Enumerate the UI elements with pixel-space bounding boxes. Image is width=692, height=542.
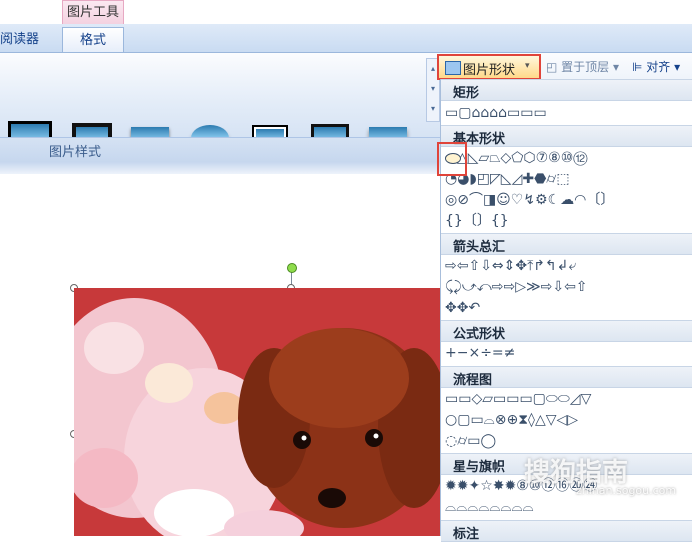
category-callouts: 标注 xyxy=(441,520,692,542)
shape-row-stars-2[interactable]: ⌓⌓⌓⌓⌓⌓⌓⌓ xyxy=(445,498,534,516)
selected-picture[interactable] xyxy=(74,288,440,536)
puppy-photo xyxy=(74,288,440,536)
chevron-down-icon: ▾ xyxy=(525,61,530,71)
chevron-down-icon: ▾ xyxy=(670,60,681,74)
ribbon-shadow xyxy=(0,162,440,174)
picture-tools-context-tab: 图片工具 xyxy=(62,0,124,24)
picture-shape-icon xyxy=(445,61,461,75)
bring-front-icon: ◰ xyxy=(546,60,558,74)
watermark-url: zhinan.sogou.com xyxy=(576,484,677,497)
category-arrows: 箭头总汇 xyxy=(441,233,692,255)
shape-row-equation[interactable]: +−×÷=≠ xyxy=(445,344,515,362)
shape-row-flow-3[interactable]: ◌⌭▭◯ xyxy=(445,432,496,450)
shape-row-basic-4[interactable]: {}〔〕{} xyxy=(445,212,509,230)
bring-front-label: 置于顶层 xyxy=(561,60,610,74)
align-label: 对齐 xyxy=(646,60,671,74)
category-flowchart: 流程图 xyxy=(441,366,692,388)
category-equation: 公式形状 xyxy=(441,320,692,342)
tab-reader[interactable]: 阅读器 xyxy=(0,27,58,52)
picture-styles-group-label: 图片样式 xyxy=(48,145,101,160)
bring-to-front-button[interactable]: ◰ 置于顶层 ▾ xyxy=(546,58,619,75)
shape-row-flow-2[interactable]: ○▢▭⌓⊗⊕⧗◊△▽◁▷ xyxy=(445,411,578,429)
category-rect: 矩形 xyxy=(441,79,692,101)
oval-shape-highlight xyxy=(437,142,467,176)
category-basic: 基本形状 xyxy=(441,125,692,147)
ribbon-tab-bar: 阅读器 格式 xyxy=(0,24,692,53)
align-button[interactable]: ⊫ 对齐 ▾ xyxy=(632,58,680,75)
shape-row-rect[interactable]: ▭▢⌂⌂⌂⌂▭▭▭ xyxy=(445,104,547,122)
group-label-bar: 图片样式 xyxy=(0,137,440,163)
shape-row-arrows-1[interactable]: ⇨⇦⇧⇩⇔⇕✥⤒↱↰↲⤶ xyxy=(445,257,576,275)
shape-row-flow-1[interactable]: ▭▭◇▱▭▭▭▢⬭⬭◿▽ xyxy=(445,390,591,408)
picture-shape-label: 图片形状 xyxy=(463,63,516,78)
shape-row-arrows-3[interactable]: ✥✥↶ xyxy=(445,299,480,317)
chevron-down-icon: ▾ xyxy=(609,60,620,74)
rotation-handle[interactable] xyxy=(287,263,297,273)
align-icon: ⊫ xyxy=(632,60,643,74)
shape-row-arrows-2[interactable]: ⤹⤸⤻⤺⇨⇨▷≫⇨⇩⇦⇧ xyxy=(445,278,588,296)
tab-format[interactable]: 格式 xyxy=(62,27,124,52)
shape-row-basic-3[interactable]: ◎⊘⌒◨☺♡↯⚙☾☁◠〔〕 xyxy=(445,191,614,209)
picture-shape-button[interactable]: 图片形状 ▾ xyxy=(437,54,541,80)
